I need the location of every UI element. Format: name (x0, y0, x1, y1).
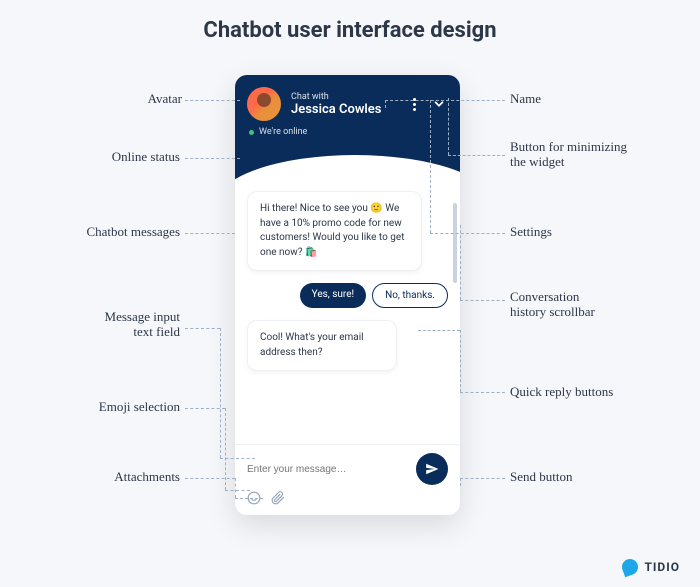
bot-message: Hi there! Nice to see you 🙂 We have a 10… (247, 191, 422, 271)
chat-widget: Chat with Jessica Cowles We're online Hi… (235, 75, 460, 515)
minimize-button[interactable] (430, 95, 448, 113)
send-button[interactable] (416, 453, 448, 485)
quick-reply-row: Yes, sure! No, thanks. (247, 283, 448, 308)
brand-icon (620, 557, 641, 578)
annotation-avatar: Avatar (72, 92, 182, 107)
bot-message: Cool! What's your email address then? (247, 320, 397, 371)
annotation-settings: Settings (510, 225, 552, 240)
widget-header: Chat with Jessica Cowles We're online (235, 75, 460, 183)
status-dot-icon (249, 130, 254, 135)
message-area: Hi there! Nice to see you 🙂 We have a 10… (235, 183, 460, 444)
status-text: We're online (259, 127, 307, 137)
online-status: We're online (235, 125, 460, 139)
input-area (235, 444, 460, 515)
brand-text: TIDIO (644, 560, 680, 574)
annotation-emoji-selection: Emoji selection (55, 400, 180, 415)
message-input[interactable] (247, 464, 408, 475)
annotation-quick-reply: Quick reply buttons (510, 385, 613, 400)
annotation-chatbot-messages: Chatbot messages (45, 225, 180, 240)
brand-logo: TIDIO (622, 559, 680, 575)
annotation-attachments: Attachments (55, 470, 180, 485)
annotation-send-button: Send button (510, 470, 572, 485)
annotation-minimize: Button for minimizing the widget (510, 140, 627, 170)
quick-reply-yes[interactable]: Yes, sure! (300, 283, 366, 308)
annotation-name: Name (510, 92, 541, 107)
settings-button[interactable] (409, 94, 420, 115)
annotation-online-status: Online status (55, 150, 180, 165)
annotation-scrollbar: Conversation history scrollbar (510, 290, 595, 320)
avatar[interactable] (247, 87, 281, 121)
annotation-message-input: Message input text field (55, 310, 180, 340)
page-title: Chatbot user interface design (0, 0, 700, 43)
scrollbar[interactable] (453, 203, 457, 283)
chat-with-label: Chat with (291, 92, 409, 102)
attachment-icon[interactable] (271, 491, 285, 505)
agent-name: Jessica Cowles (291, 102, 409, 117)
quick-reply-no[interactable]: No, thanks. (372, 283, 448, 308)
